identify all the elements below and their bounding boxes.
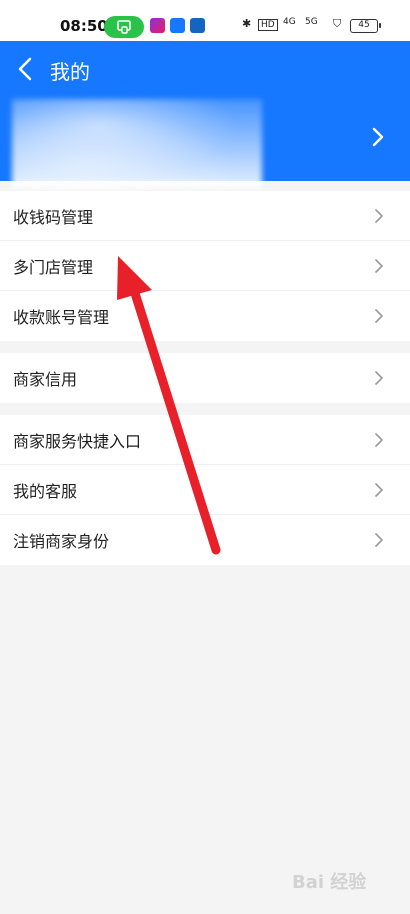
menu-group-credit: 商家信用 <box>0 353 410 403</box>
battery-indicator: 45 <box>350 19 381 33</box>
chevron-right-icon <box>375 259 383 273</box>
signal-4g-icon: 4G <box>283 17 296 27</box>
menu-item-cancel-merchant-identity[interactable]: 注销商家身份 <box>0 515 410 565</box>
screen-cast-indicator[interactable] <box>104 16 144 38</box>
message-app-icon <box>190 18 205 33</box>
hd-badge: HD <box>258 19 278 31</box>
menu-item-multi-store-management[interactable]: 多门店管理 <box>0 241 410 291</box>
menu-group-service: 商家服务快捷入口 我的客服 注销商家身份 <box>0 415 410 565</box>
menu-item-label: 商家信用 <box>13 370 78 389</box>
chevron-right-icon <box>375 433 383 447</box>
menu-item-label: 多门店管理 <box>13 258 94 277</box>
blurred-profile-info[interactable] <box>12 99 262 189</box>
menu-item-label: 收款账号管理 <box>13 308 110 327</box>
menu-item-payee-account-management[interactable]: 收款账号管理 <box>0 291 410 341</box>
bluetooth-icon: ✱ <box>242 17 252 30</box>
menu-item-label: 收钱码管理 <box>13 208 94 227</box>
menu-group-store: 收钱码管理 多门店管理 收款账号管理 <box>0 191 410 341</box>
menu-item-label: 商家服务快捷入口 <box>13 432 142 451</box>
shield-icon: ⛉ <box>333 17 342 30</box>
menu-item-service-shortcut[interactable]: 商家服务快捷入口 <box>0 415 410 465</box>
video-app-icon <box>150 18 165 33</box>
menu-item-label: 注销商家身份 <box>13 532 110 551</box>
chevron-right-icon[interactable] <box>370 126 386 148</box>
back-icon[interactable] <box>14 56 38 82</box>
menu-item-merchant-credit[interactable]: 商家信用 <box>0 353 410 403</box>
chevron-right-icon <box>375 533 383 547</box>
menu-item-label: 我的客服 <box>13 482 78 501</box>
cast-icon <box>117 20 131 34</box>
signal-5g-icon: 5G <box>305 17 318 27</box>
watermark: Bai 经验 <box>292 872 367 893</box>
menu-item-my-customer-service[interactable]: 我的客服 <box>0 465 410 515</box>
status-time: 08:50 <box>60 17 108 35</box>
chevron-right-icon <box>375 309 383 323</box>
chevron-right-icon <box>375 483 383 497</box>
profile-header: 我的 <box>0 41 410 189</box>
notification-app-icon <box>170 18 185 33</box>
page-title: 我的 <box>50 60 90 84</box>
chevron-right-icon <box>375 371 383 385</box>
chevron-right-icon <box>375 209 383 223</box>
status-bar: 08:50 ✱ HD 4G 5G ⛉ 45 <box>0 0 410 41</box>
menu-item-qr-code-management[interactable]: 收钱码管理 <box>0 191 410 241</box>
